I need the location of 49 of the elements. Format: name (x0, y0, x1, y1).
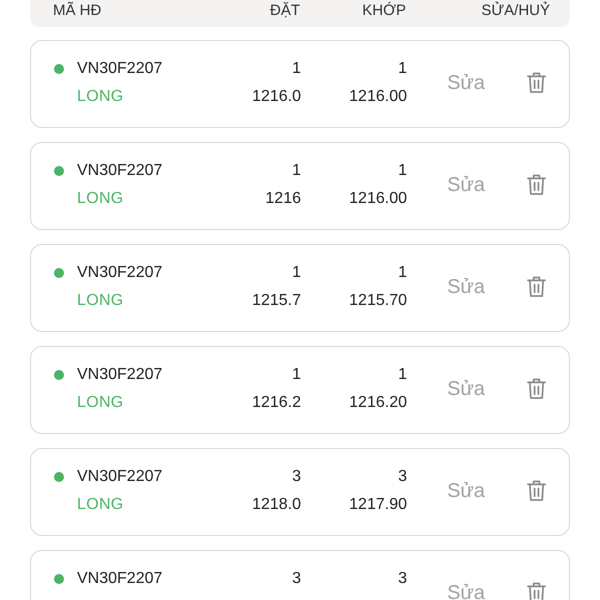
matched-price: 1217.90 (349, 496, 407, 514)
edit-button[interactable]: Sửa (447, 173, 485, 197)
matched-price: 1215.70 (349, 292, 407, 310)
order-price: 1216 (265, 190, 301, 208)
order-quantity: 1 (292, 366, 301, 384)
edit-button[interactable]: Sửa (447, 377, 485, 401)
trash-icon[interactable] (526, 174, 546, 196)
edit-button[interactable]: Sửa (447, 71, 485, 95)
order-quantity: 1 (292, 264, 301, 282)
trash-icon[interactable] (526, 72, 546, 94)
order-quantity: 1 (292, 162, 301, 180)
order-quantity: 3 (292, 468, 301, 486)
order-price: 1216.0 (252, 88, 301, 106)
order-price: 1216.2 (252, 394, 301, 412)
contract-code: VN30F2207 (77, 162, 162, 180)
side-label: LONG (77, 292, 124, 310)
trash-icon[interactable] (526, 582, 546, 600)
matched-price: 1216.00 (349, 190, 407, 208)
contract-code: VN30F2207 (77, 570, 162, 588)
side-label: LONG (77, 190, 124, 208)
contract-code: VN30F2207 (77, 264, 162, 282)
matched-quantity: 1 (398, 60, 407, 78)
order-quantity: 1 (292, 60, 301, 78)
side-label: LONG (77, 496, 124, 514)
order-price: 1218.0 (252, 496, 301, 514)
matched-price: 1216.00 (349, 88, 407, 106)
order-price: 1215.7 (252, 292, 301, 310)
column-header: KHỚP (362, 1, 406, 21)
column-header: SỬA/HUỶ (481, 0, 550, 21)
column-header: ĐẶT (270, 1, 300, 21)
contract-code: VN30F2207 (77, 468, 162, 486)
contract-code: VN30F2207 (77, 366, 162, 384)
side-label: LONG (77, 394, 124, 412)
matched-price: 1216.20 (349, 394, 407, 412)
trash-icon[interactable] (526, 378, 546, 400)
trash-icon[interactable] (526, 480, 546, 502)
edit-button[interactable]: Sửa (447, 479, 485, 503)
contract-code: VN30F2207 (77, 60, 162, 78)
matched-quantity: 1 (398, 366, 407, 384)
matched-quantity: 3 (398, 570, 407, 588)
side-label: LONG (77, 88, 124, 106)
edit-button[interactable]: Sửa (447, 275, 485, 299)
edit-button[interactable]: Sửa (447, 581, 485, 600)
order-quantity: 3 (292, 570, 301, 588)
trash-icon[interactable] (526, 276, 546, 298)
column-header: MÃ HĐ (52, 0, 102, 21)
matched-quantity: 3 (398, 468, 407, 486)
matched-quantity: 1 (398, 162, 407, 180)
matched-quantity: 1 (398, 264, 407, 282)
